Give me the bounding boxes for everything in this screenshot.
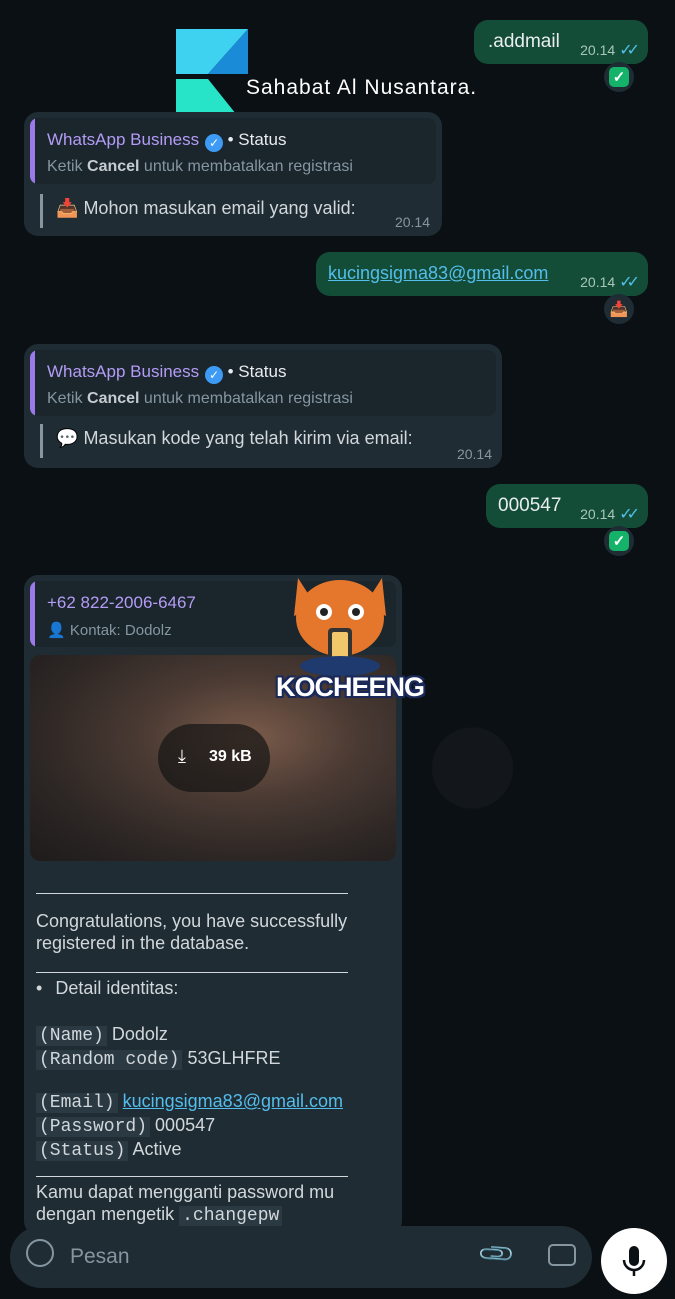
message-outgoing[interactable]: .addmail 20.14 ✓✓ (474, 20, 648, 64)
camera-icon[interactable] (548, 1244, 576, 1266)
bullet-icon: • (36, 978, 43, 998)
message-incoming[interactable]: WhatsApp Business ✓ • Status Ketik Cancel… (24, 344, 502, 468)
message-time: 20.14 (394, 214, 430, 230)
inbox-tray-icon: 📥 (609, 301, 629, 318)
status-label: • Status (227, 362, 287, 381)
verified-badge-icon: ✓ (205, 366, 224, 384)
message-input-bar[interactable]: Pesan 📎 (10, 1226, 592, 1288)
email-link[interactable]: kucingsigma83@gmail.com (328, 263, 548, 284)
watermark-text: Sahabat Al Nusantara. (246, 76, 478, 99)
reaction-badge[interactable]: 📥 (604, 294, 634, 324)
download-size: 39 kB (209, 748, 252, 765)
contact-label: Kontak: Dodolz (69, 622, 172, 639)
field-key: (Random code) (36, 1050, 183, 1070)
message-incoming[interactable]: WhatsApp Business ✓ • Status Ketik Cancel… (24, 112, 442, 236)
field-key: (Name) (36, 1026, 107, 1046)
field-value: 000547 (155, 1115, 216, 1135)
message-time: 20.14 (580, 274, 616, 290)
download-button[interactable]: ⤓ 39 kB (158, 724, 270, 792)
message-time: 20.14 (456, 446, 492, 462)
status-label: • Status (227, 130, 287, 149)
inbox-tray-icon: 📥 (56, 198, 79, 218)
kocheeng-sticker: KOCHEENG (276, 566, 425, 706)
speech-balloon-icon: 💬 (56, 428, 79, 448)
microphone-icon (622, 1246, 646, 1276)
message-text: 000547 (498, 495, 562, 516)
email-link[interactable]: kucingsigma83@gmail.com (123, 1091, 343, 1111)
voice-record-button[interactable] (601, 1228, 667, 1294)
message-text: Mohon masukan email yang valid: (83, 198, 356, 218)
field-value: Dodolz (111, 1024, 168, 1044)
person-icon: 👤 (47, 622, 66, 639)
congrats-text: Congratulations, you have successfully r… (36, 911, 348, 953)
download-icon: ⤓ (178, 746, 186, 766)
message-time: 20.14 (580, 506, 616, 522)
reaction-badge[interactable]: ✓ (604, 62, 634, 92)
verified-badge-icon: ✓ (205, 134, 224, 152)
check-mark-icon: ✓ (609, 531, 629, 551)
attach-icon[interactable]: 📎 (476, 1234, 518, 1276)
message-text: Masukan kode yang telah kirim via email: (83, 428, 413, 448)
message-time: 20.14 (580, 42, 616, 58)
sticker-text: KOCHEENG (276, 672, 425, 702)
double-check-icon: ✓✓ (619, 506, 640, 523)
quoted-status[interactable]: WhatsApp Business ✓ • Status Ketik Cancel… (30, 350, 496, 416)
detail-title: Detail identitas: (55, 978, 179, 998)
message-outgoing[interactable]: 000547 20.14 ✓✓ (486, 484, 648, 528)
field-key: (Password) (36, 1117, 151, 1137)
check-mark-icon: ✓ (609, 67, 629, 87)
double-check-icon: ✓✓ (619, 42, 640, 59)
cat-sticker-icon (294, 578, 386, 676)
message-outgoing[interactable]: kucingsigma83@gmail.com 20.14 ✓✓ (316, 252, 648, 296)
reaction-badge[interactable]: ✓ (604, 526, 634, 556)
emoji-icon[interactable] (26, 1239, 54, 1267)
double-check-icon: ✓✓ (619, 274, 640, 291)
field-value: 53GLHFRE (187, 1048, 281, 1068)
quoted-status[interactable]: WhatsApp Business ✓ • Status Ketik Cancel… (30, 118, 436, 184)
field-key: (Status) (36, 1141, 129, 1161)
command-code: .changepw (179, 1206, 283, 1226)
field-key: (Email) (36, 1093, 118, 1113)
message-text: .addmail (488, 31, 560, 52)
contact-number: +62 822-2006-6467 (47, 593, 196, 612)
footer-text: Kamu dapat mengganti password mu (36, 1182, 335, 1202)
message-input[interactable]: Pesan (70, 1245, 130, 1269)
quoted-sender: WhatsApp Business (47, 362, 200, 381)
quoted-sender: WhatsApp Business (47, 130, 200, 149)
field-value: Active (132, 1139, 182, 1159)
